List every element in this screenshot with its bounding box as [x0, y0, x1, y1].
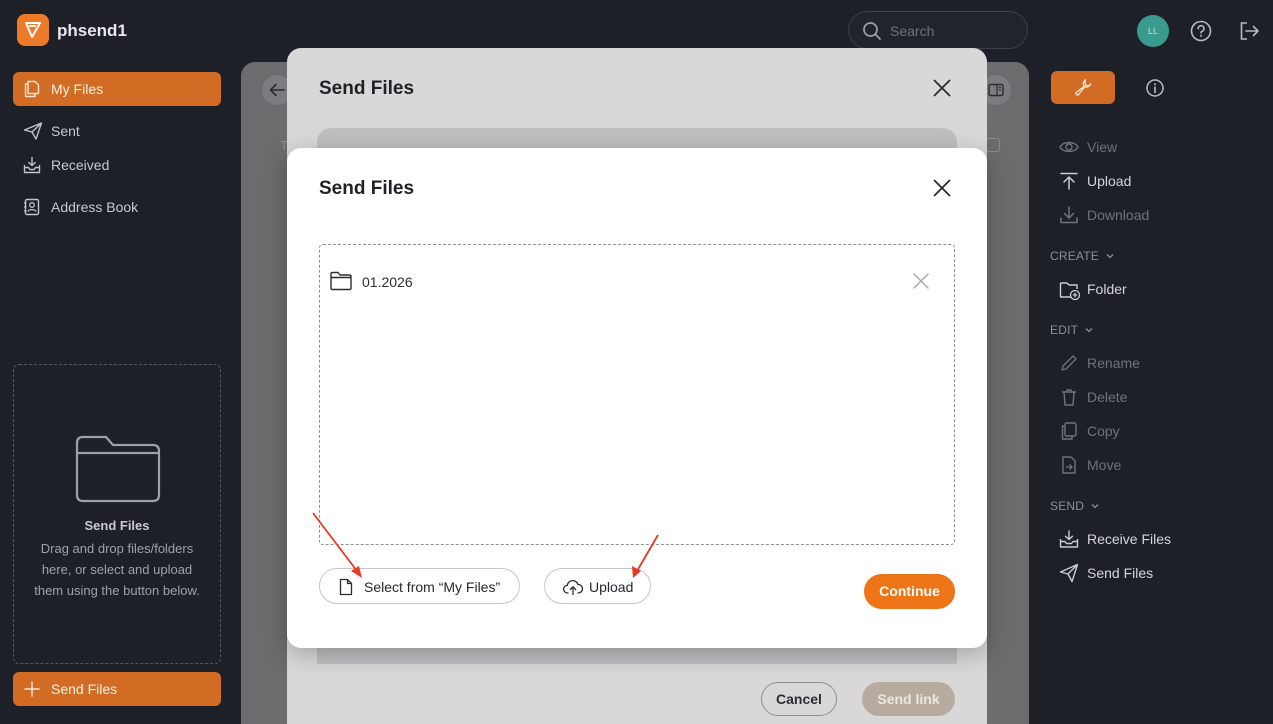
action-move[interactable]: Move: [1059, 452, 1239, 478]
search-placeholder: Search: [890, 23, 935, 39]
eye-icon: [1059, 141, 1079, 153]
panel-toggle-icon: [988, 83, 1004, 97]
action-receive-files[interactable]: Receive Files: [1059, 526, 1239, 552]
chevron-down-icon: [1085, 328, 1093, 333]
download-icon: [1060, 206, 1078, 224]
close-icon[interactable]: [933, 179, 951, 197]
action-download[interactable]: Download: [1059, 202, 1239, 228]
section-edit-label: EDIT: [1050, 323, 1079, 337]
chevron-down-icon: [1091, 504, 1099, 509]
dialog-title: Send Files: [319, 178, 415, 199]
send-files-dialog: Send Files 01.2026 Select from “My Files…: [287, 148, 987, 648]
files-icon: [24, 80, 40, 98]
action-rename-label: Rename: [1087, 355, 1140, 371]
sidebar-item-label: Address Book: [51, 199, 139, 215]
action-view-label: View: [1087, 139, 1118, 155]
move-file-icon: [1062, 456, 1076, 474]
section-send-header[interactable]: SEND: [1050, 499, 1100, 513]
action-download-label: Download: [1087, 207, 1150, 223]
cloud-upload-icon: [563, 580, 583, 596]
app-logo[interactable]: [17, 14, 49, 46]
remove-item-icon[interactable]: [912, 272, 930, 290]
section-edit-header[interactable]: EDIT: [1050, 323, 1094, 337]
action-delete[interactable]: Delete: [1059, 384, 1239, 410]
close-icon[interactable]: [933, 79, 951, 97]
search-icon: [863, 22, 881, 40]
action-copy-label: Copy: [1087, 423, 1120, 439]
tools-button[interactable]: [1051, 71, 1115, 104]
address-book-icon: [24, 198, 40, 216]
select-from-my-files-button[interactable]: Select from “My Files”: [319, 568, 520, 604]
inbox-download-icon: [23, 156, 41, 174]
action-receive-files-label: Receive Files: [1087, 531, 1172, 547]
help-icon[interactable]: [1190, 20, 1212, 42]
inbox-download-icon: [1059, 530, 1079, 548]
upload-arrow-icon: [1060, 172, 1078, 190]
org-name: phsend1: [57, 21, 127, 40]
sidebar-item-address-book[interactable]: Address Book: [13, 190, 221, 224]
continue-button[interactable]: Continue: [864, 574, 955, 609]
action-upload[interactable]: Upload: [1059, 168, 1239, 194]
send-files-label: Send Files: [51, 681, 118, 697]
logout-icon[interactable]: [1238, 20, 1260, 42]
select-all-checkbox[interactable]: [986, 138, 1000, 152]
folder-icon: [75, 435, 161, 503]
section-create-label: CREATE: [1050, 249, 1099, 263]
action-copy[interactable]: Copy: [1059, 418, 1239, 444]
folder-plus-icon: [1059, 282, 1081, 301]
section-create-header[interactable]: CREATE: [1050, 249, 1115, 263]
paper-plane-icon: [23, 122, 43, 140]
selected-item-name: 01.2026: [362, 274, 413, 290]
dialog-title: Send Files: [319, 78, 415, 99]
chevron-down-icon: [1106, 254, 1114, 259]
cancel-button[interactable]: Cancel: [761, 682, 837, 716]
trash-icon: [1062, 389, 1076, 406]
pencil-icon: [1061, 355, 1077, 371]
dropzone-title: Send Files: [84, 518, 150, 533]
sidebar-item-sent[interactable]: Sent: [13, 114, 221, 148]
plus-icon: [24, 681, 40, 697]
file-icon: [339, 578, 353, 596]
arrow-left-icon: [269, 83, 285, 97]
action-send-files[interactable]: Send Files: [1059, 560, 1239, 586]
action-move-label: Move: [1087, 457, 1122, 473]
selected-files-area[interactable]: 01.2026: [319, 244, 955, 545]
action-delete-label: Delete: [1087, 389, 1128, 405]
action-folder-label: Folder: [1087, 281, 1127, 297]
dropzone-text: Drag and drop files/folders here, or sel…: [34, 541, 200, 598]
select-from-my-files-label: Select from “My Files”: [364, 579, 501, 595]
sidebar-item-received[interactable]: Received: [13, 148, 221, 182]
sidebar-item-my-files[interactable]: My Files: [13, 72, 221, 106]
logo-icon: [25, 22, 41, 38]
sidebar-item-label: Received: [51, 157, 110, 173]
copy-icon: [1061, 422, 1077, 440]
sidebar-dropzone[interactable]: Send Files Drag and drop files/folders h…: [13, 364, 221, 664]
wrench-icon: [1075, 79, 1092, 96]
send-link-button[interactable]: Send link: [862, 682, 955, 716]
avatar[interactable]: LL: [1137, 15, 1169, 47]
upload-button[interactable]: Upload: [544, 568, 651, 604]
action-view[interactable]: View: [1059, 134, 1239, 160]
section-send-label: SEND: [1050, 499, 1085, 513]
sidebar-item-label: Sent: [51, 123, 80, 139]
action-new-folder[interactable]: Folder: [1059, 276, 1239, 302]
action-send-files-label: Send Files: [1087, 565, 1154, 581]
upload-label: Upload: [589, 579, 634, 595]
action-upload-label: Upload: [1087, 173, 1132, 189]
search-box[interactable]: Search: [848, 11, 1028, 49]
folder-icon: [330, 271, 352, 291]
paper-plane-icon: [1059, 563, 1079, 583]
send-files-button[interactable]: Send Files: [13, 672, 221, 706]
info-icon[interactable]: [1145, 78, 1165, 98]
action-rename[interactable]: Rename: [1059, 350, 1239, 376]
sidebar-item-label: My Files: [51, 81, 104, 97]
